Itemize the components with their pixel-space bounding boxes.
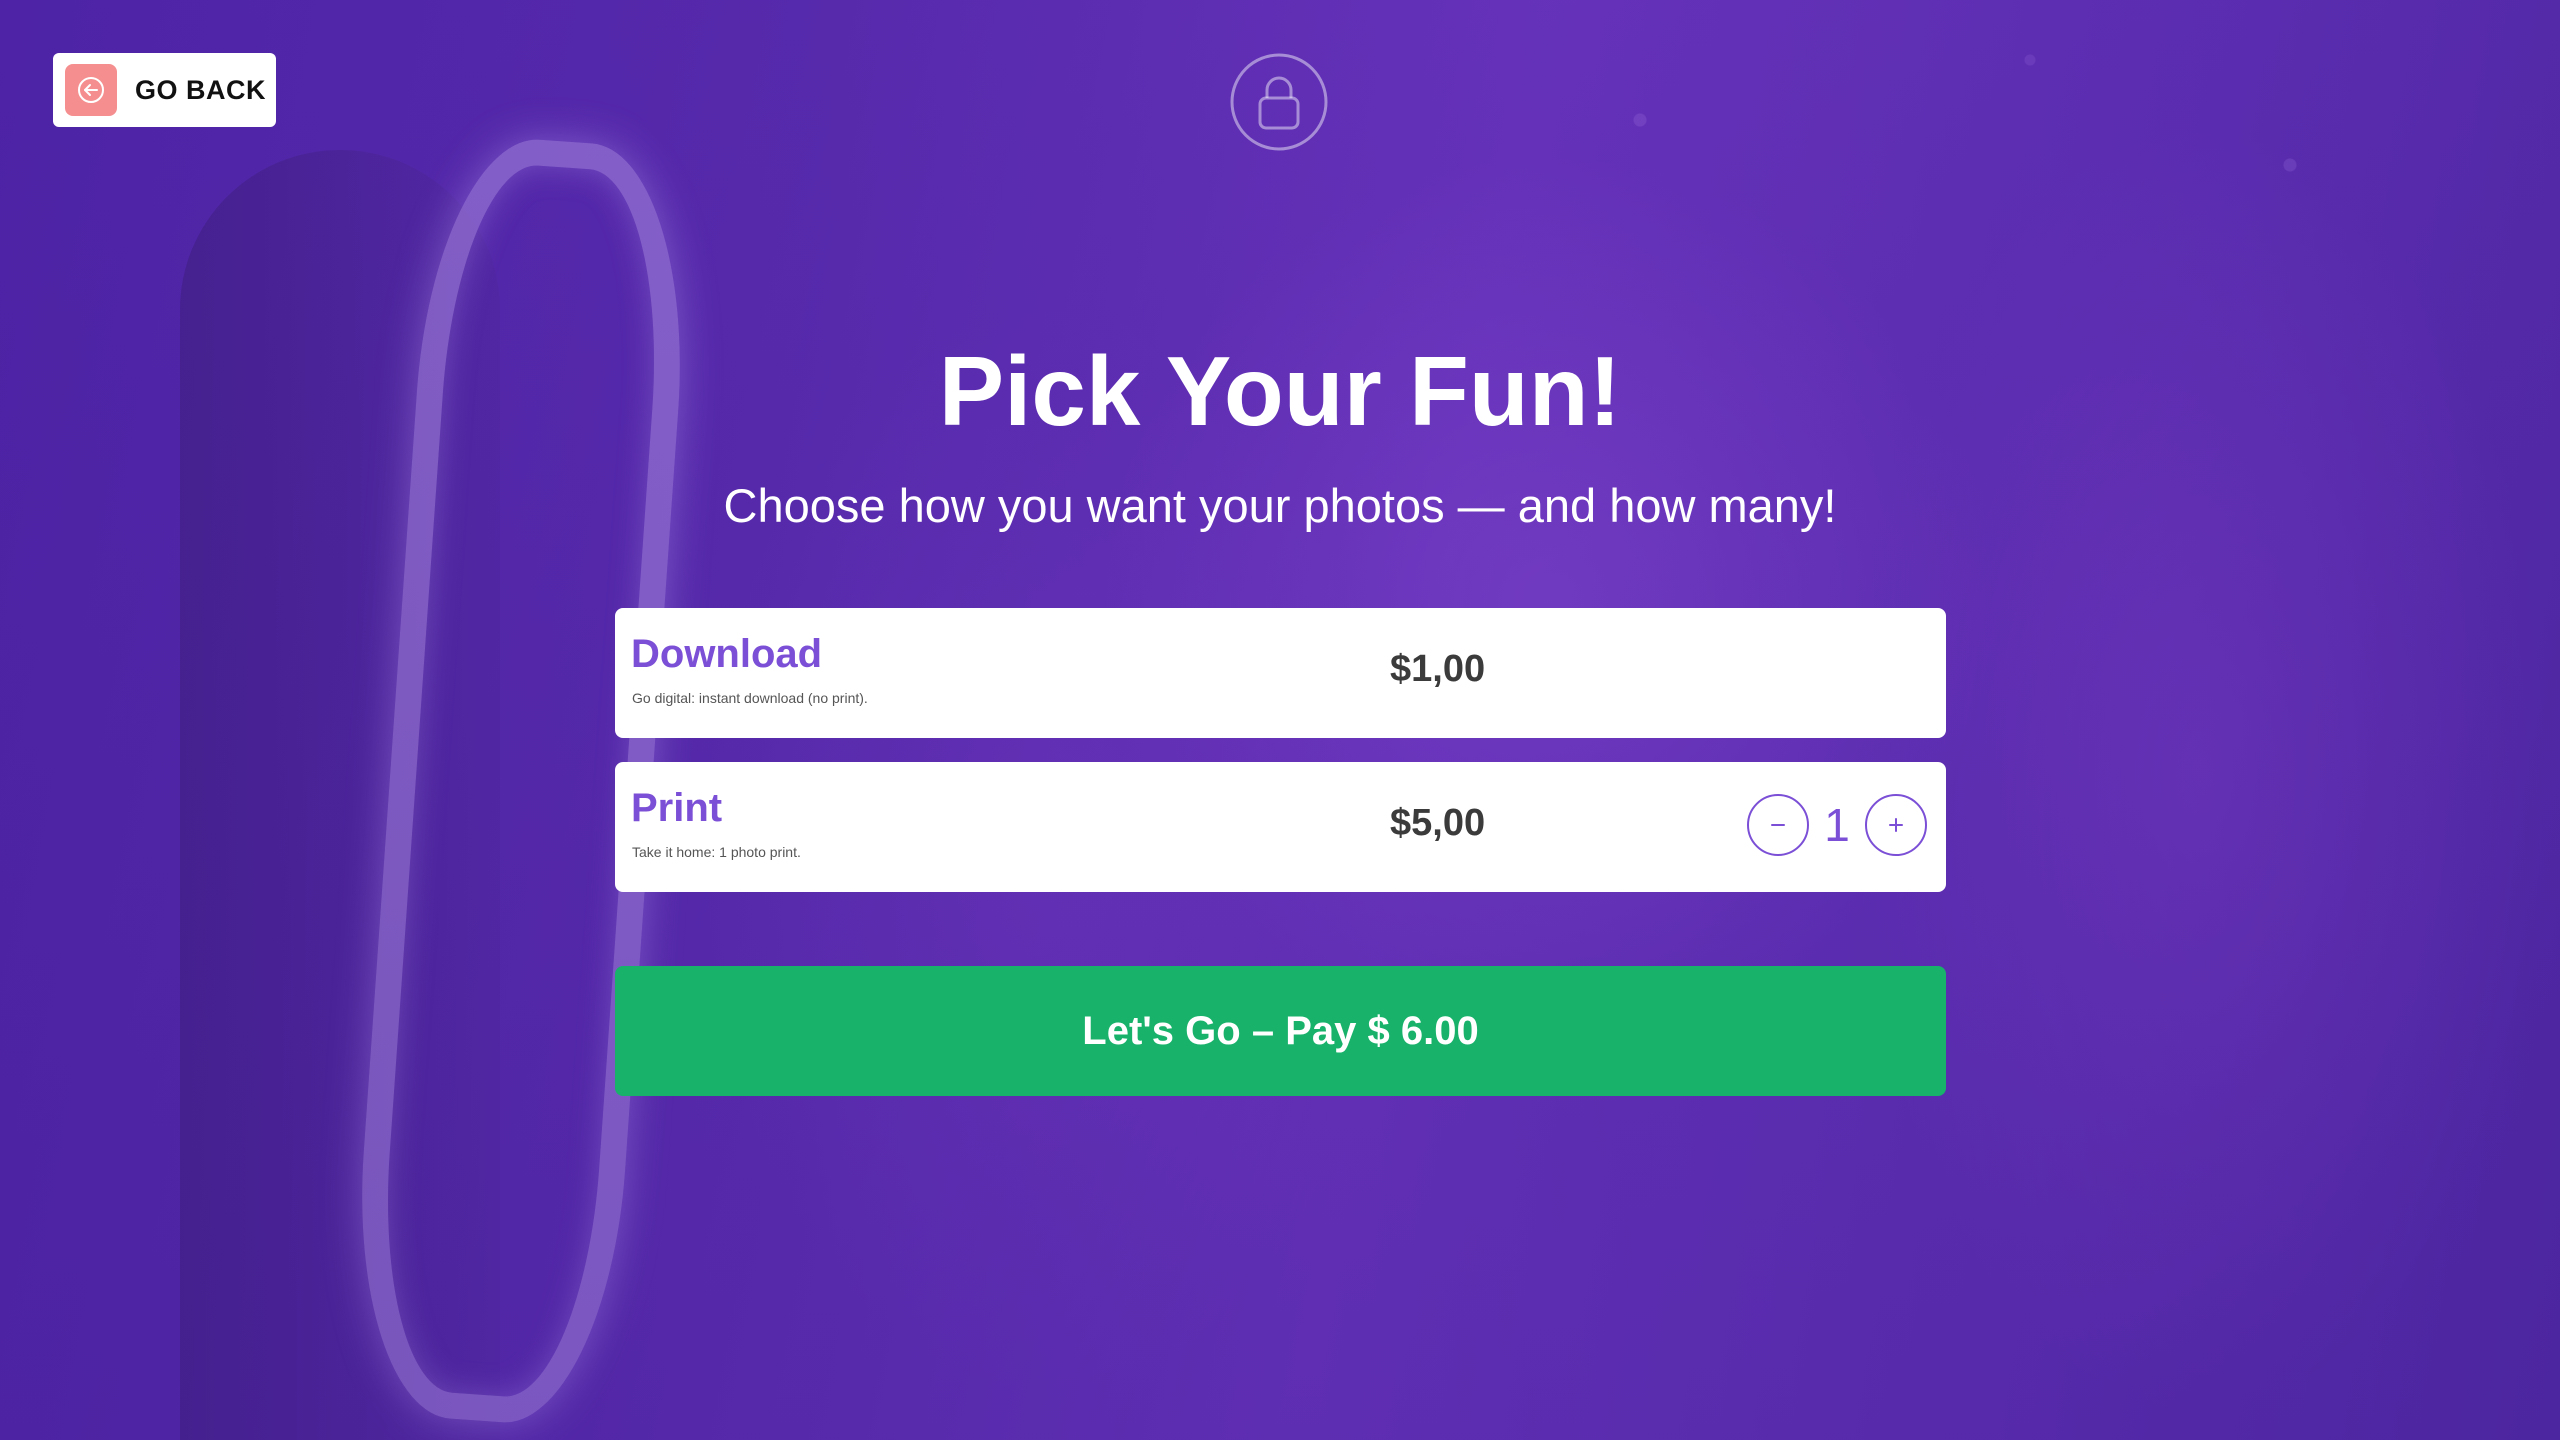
background-photo-glow bbox=[1850, 120, 2550, 1420]
lock-icon[interactable] bbox=[1230, 53, 1328, 151]
option-price: $1,00 bbox=[1390, 648, 1486, 690]
page-title: Pick Your Fun! bbox=[938, 336, 1622, 446]
go-back-button[interactable]: GO BACK bbox=[53, 53, 276, 127]
background-photo-glow bbox=[1100, 150, 2000, 1050]
option-price: $5,00 bbox=[1390, 802, 1486, 844]
option-card-print[interactable]: Print Take it home: 1 photo print. $5,00… bbox=[615, 762, 1946, 892]
arrow-left-circle-icon bbox=[65, 64, 117, 116]
quantity-value: 1 bbox=[1824, 799, 1850, 851]
option-name: Print bbox=[631, 786, 723, 830]
page-subtitle: Choose how you want your photos — and ho… bbox=[723, 479, 1837, 532]
increase-quantity-button[interactable] bbox=[1865, 794, 1927, 856]
option-name: Download bbox=[631, 632, 823, 676]
pay-button[interactable]: Let's Go – Pay $ 6.00 bbox=[615, 966, 1946, 1096]
option-description: Take it home: 1 photo print. bbox=[632, 844, 801, 860]
kiosk-screen: GO BACK Pick Your Fun! Choose how you wa… bbox=[0, 0, 2560, 1440]
option-card-download[interactable]: Download Go digital: instant download (n… bbox=[615, 608, 1946, 738]
pay-button-label: Let's Go – Pay $ 6.00 bbox=[1082, 1008, 1479, 1053]
quantity-stepper: 1 bbox=[1747, 792, 1927, 858]
minus-icon bbox=[1771, 824, 1785, 826]
go-back-label: GO BACK bbox=[135, 74, 266, 105]
decrease-quantity-button[interactable] bbox=[1747, 794, 1809, 856]
plus-icon bbox=[1889, 818, 1903, 832]
background-sparkles bbox=[1250, 0, 2550, 300]
option-description: Go digital: instant download (no print). bbox=[632, 690, 868, 706]
